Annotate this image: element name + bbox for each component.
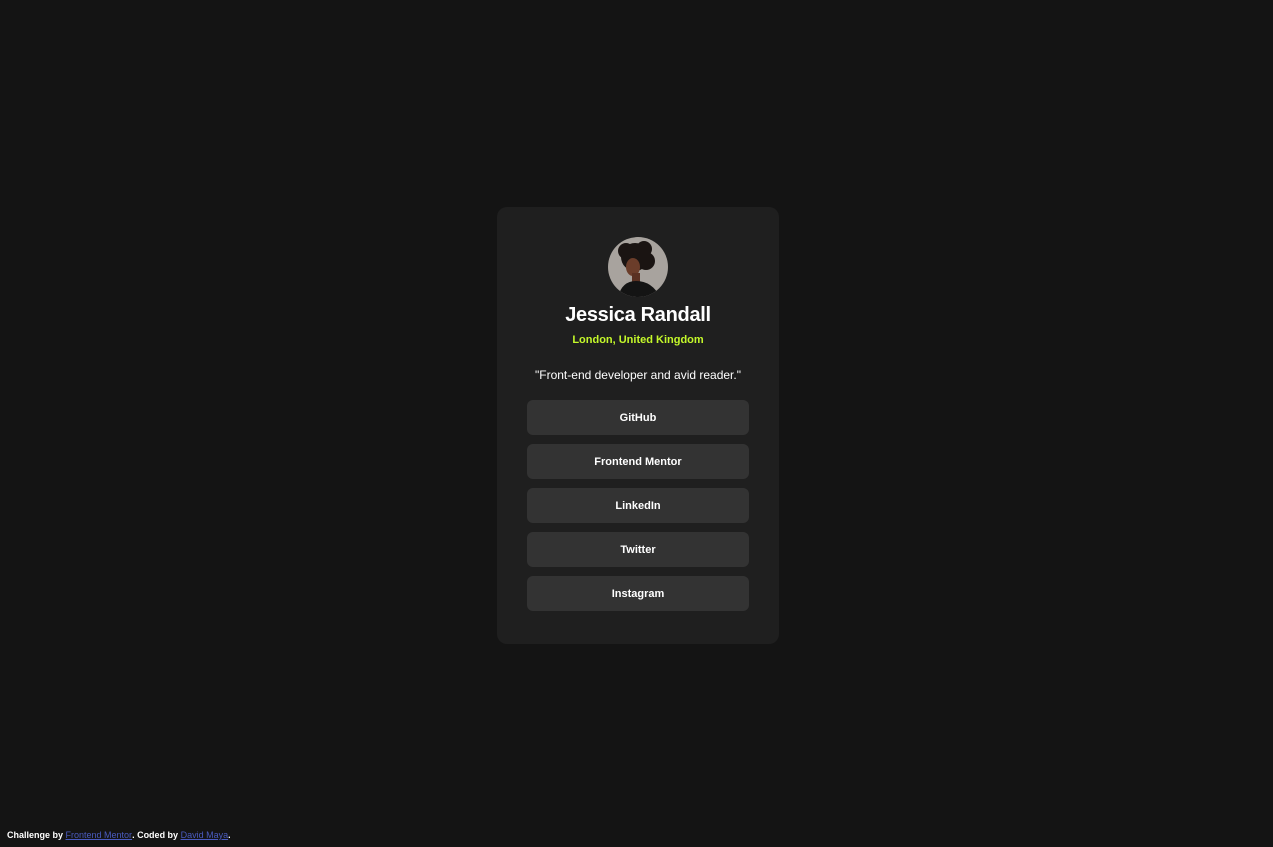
avatar-image — [608, 237, 668, 297]
github-link-button[interactable]: GitHub — [527, 400, 749, 435]
footer-suffix: . — [228, 830, 231, 840]
profile-bio: "Front-end developer and avid reader." — [535, 368, 741, 382]
footer-middle: . Coded by — [132, 830, 181, 840]
linkedin-link-button[interactable]: LinkedIn — [527, 488, 749, 523]
attribution-footer: Challenge by Frontend Mentor. Coded by D… — [7, 829, 231, 841]
profile-card: Jessica Randall London, United Kingdom "… — [497, 207, 779, 644]
page: Jessica Randall London, United Kingdom "… — [0, 0, 1273, 847]
instagram-link-button[interactable]: Instagram — [527, 576, 749, 611]
profile-name: Jessica Randall — [565, 304, 711, 326]
footer-prefix: Challenge by — [7, 830, 66, 840]
twitter-link-button[interactable]: Twitter — [527, 532, 749, 567]
profile-location: London, United Kingdom — [572, 334, 704, 346]
author-credit-link[interactable]: David Maya — [181, 830, 229, 840]
avatar — [608, 237, 668, 297]
social-links: GitHub Frontend Mentor LinkedIn Twitter … — [527, 400, 749, 611]
frontend-mentor-link-button[interactable]: Frontend Mentor — [527, 444, 749, 479]
frontend-mentor-credit-link[interactable]: Frontend Mentor — [66, 830, 133, 840]
